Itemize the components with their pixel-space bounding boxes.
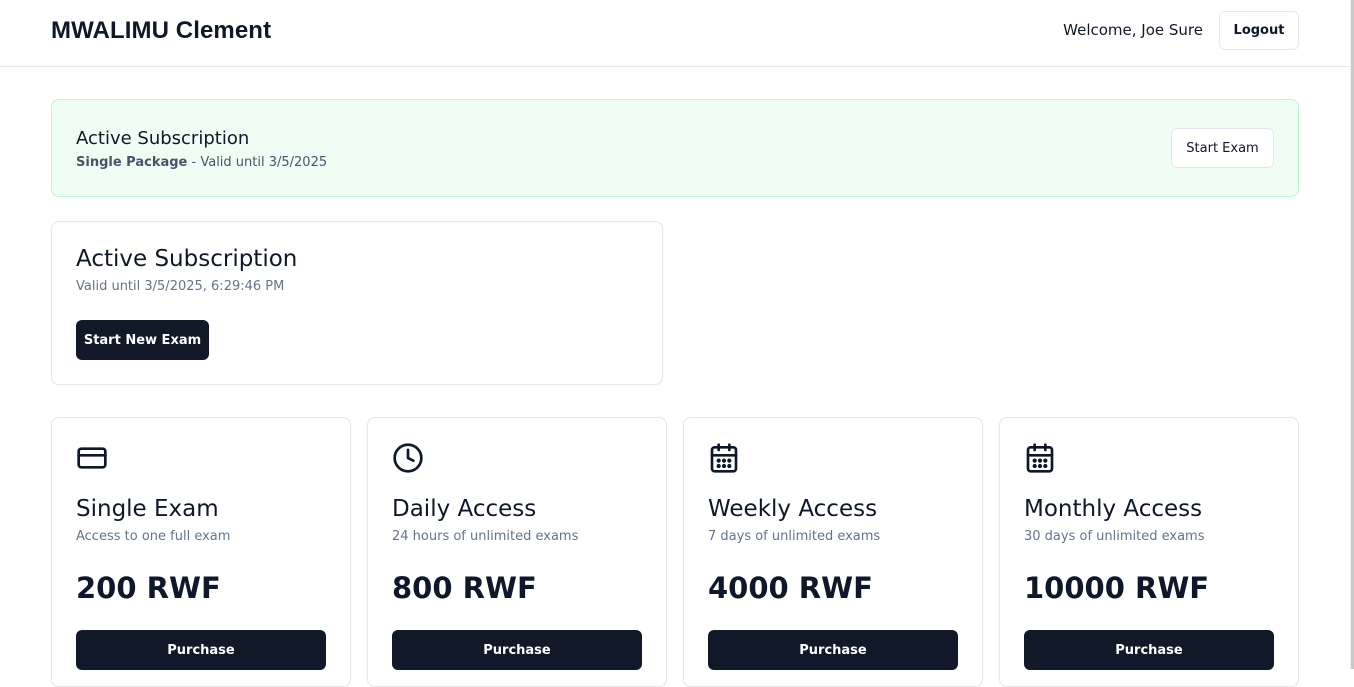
plan-name: Single Exam — [76, 496, 219, 522]
calendar-icon — [708, 442, 740, 474]
brand-title: MWALIMU Clement — [51, 17, 272, 44]
purchase-button[interactable]: Purchase — [708, 630, 958, 670]
plan-card-single-exam: Single Exam Access to one full exam 200 … — [51, 417, 351, 687]
plan-card-daily-access: Daily Access 24 hours of unlimited exams… — [367, 417, 667, 687]
banner-package-name: Single Package — [76, 155, 188, 170]
start-new-exam-button[interactable]: Start New Exam — [76, 320, 209, 360]
active-subscription-banner: Active Subscription Single Package - Val… — [51, 99, 1299, 197]
subscription-card: Active Subscription Valid until 3/5/2025… — [51, 221, 663, 385]
plan-description: 30 days of unlimited exams — [1024, 529, 1205, 544]
clock-icon — [392, 442, 424, 474]
calendar-icon — [1024, 442, 1056, 474]
banner-subtitle: Single Package - Valid until 3/5/2025 — [76, 155, 327, 170]
plan-name: Monthly Access — [1024, 496, 1203, 522]
logout-button[interactable]: Logout — [1219, 11, 1299, 50]
top-header: MWALIMU Clement Welcome, Joe Sure Logout — [0, 0, 1354, 67]
plan-description: Access to one full exam — [76, 529, 231, 544]
purchase-button[interactable]: Purchase — [1024, 630, 1274, 670]
plan-description: 24 hours of unlimited exams — [392, 529, 579, 544]
start-exam-button[interactable]: Start Exam — [1171, 128, 1274, 168]
plan-card-weekly-access: Weekly Access 7 days of unlimited exams … — [683, 417, 983, 687]
purchase-button[interactable]: Purchase — [76, 630, 326, 670]
plan-price: 200 RWF — [76, 571, 221, 605]
plans-grid: Single Exam Access to one full exam 200 … — [51, 417, 1299, 687]
credit-card-icon — [76, 442, 108, 474]
banner-validity: - Valid until 3/5/2025 — [187, 155, 328, 170]
plan-name: Weekly Access — [708, 496, 878, 522]
subscription-valid-until: Valid until 3/5/2025, 6:29:46 PM — [76, 279, 285, 294]
welcome-text: Welcome, Joe Sure — [1063, 21, 1203, 39]
banner-title: Active Subscription — [76, 128, 250, 149]
purchase-button[interactable]: Purchase — [392, 630, 642, 670]
subscription-card-title: Active Subscription — [76, 246, 298, 272]
scrollbar-track[interactable] — [1350, 0, 1354, 669]
plan-name: Daily Access — [392, 496, 537, 522]
plan-price: 4000 RWF — [708, 571, 873, 605]
plan-card-monthly-access: Monthly Access 30 days of unlimited exam… — [999, 417, 1299, 687]
plan-description: 7 days of unlimited exams — [708, 529, 881, 544]
plan-price: 800 RWF — [392, 571, 537, 605]
plan-price: 10000 RWF — [1024, 571, 1210, 605]
